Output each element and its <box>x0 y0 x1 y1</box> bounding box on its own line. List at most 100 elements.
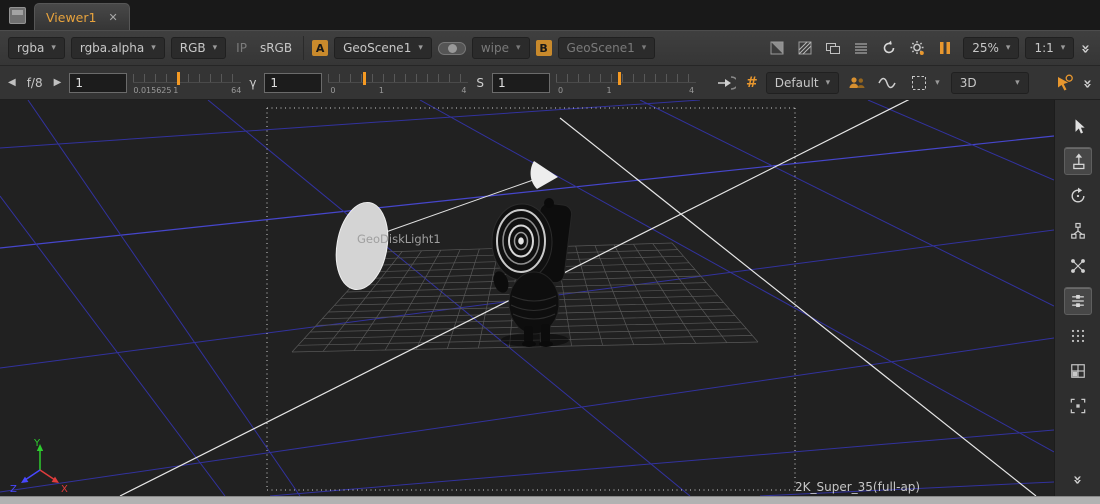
chevron-down-icon: ▾ <box>51 43 56 53</box>
people-icon[interactable] <box>845 71 869 95</box>
gain-slider[interactable]: 0.015625 1 64 <box>133 69 241 97</box>
viewer-toolbar-top: rgba ▾ rgba.alpha ▾ RGB ▾ IP sRGB A GeoS… <box>0 30 1100 66</box>
input-process-dropdown[interactable]: Default ▾ <box>766 72 839 94</box>
saturation-symbol: S <box>474 76 486 90</box>
checkerboard-icon[interactable] <box>765 36 789 60</box>
gain-step-down-icon[interactable]: ◀ <box>6 77 18 88</box>
tick-label: 4 <box>461 86 466 95</box>
window-icon[interactable] <box>9 7 26 24</box>
aperture-label: f/8 <box>24 76 46 90</box>
channel-dropdown[interactable]: rgba ▾ <box>8 37 65 59</box>
tab-bar: Viewer1 ✕ <box>0 0 1100 30</box>
tab-viewer1[interactable]: Viewer1 ✕ <box>34 3 130 30</box>
refresh-icon[interactable] <box>877 36 901 60</box>
gain-slider-handle[interactable] <box>177 72 180 85</box>
pixel-aspect-label: 1:1 <box>1034 41 1053 55</box>
ab-wipe-toggle[interactable] <box>438 42 466 55</box>
channel-dropdown-label: rgba <box>17 41 44 55</box>
scene-light-icon[interactable] <box>714 71 738 95</box>
safe-zones-icon[interactable]: # <box>744 75 760 91</box>
light-label: GeoDiskLight1 <box>357 232 441 246</box>
alpha-channel-label: rgba.alpha <box>80 41 144 55</box>
connect-tool[interactable] <box>1064 252 1092 280</box>
frustum-lines <box>120 100 1036 496</box>
toolbar2-expand-chevrons-icon[interactable]: » <box>1079 77 1097 89</box>
toolbar-separator <box>303 36 304 60</box>
sidebar-expand-chevrons-icon[interactable]: » <box>1068 473 1086 485</box>
viewer-window: Viewer1 ✕ rgba ▾ rgba.alpha ▾ RGB ▾ IP s… <box>0 0 1100 504</box>
format-label: 2K_Super_35(full-ap) <box>795 480 920 494</box>
overlay-windows-icon[interactable] <box>821 36 845 60</box>
gamma-input[interactable]: 1 <box>264 73 322 93</box>
disk-light[interactable] <box>330 198 395 293</box>
wipe-mode-dropdown[interactable]: wipe ▾ <box>472 37 530 59</box>
viewport-layout-tool[interactable] <box>1064 357 1092 385</box>
toggle-knob-icon <box>448 44 457 53</box>
chevron-down-icon: ▾ <box>1015 78 1020 88</box>
axis-y-label: Y <box>33 438 41 449</box>
orange-pointer-icon[interactable] <box>1052 71 1076 95</box>
frame-all-tool[interactable] <box>1064 392 1092 420</box>
gain-step-up-icon[interactable]: ▶ <box>52 77 64 88</box>
wipe-mode-label: wipe <box>481 41 509 55</box>
tick-label: 0.015625 <box>133 86 171 95</box>
input-b-dropdown[interactable]: GeoScene1 ▾ <box>558 37 656 59</box>
tick-label: 0 <box>330 86 335 95</box>
chevron-down-icon: ▾ <box>642 43 647 53</box>
gamma-slider-handle[interactable] <box>363 72 366 85</box>
input-b-label: GeoScene1 <box>567 41 635 55</box>
3d-viewport[interactable]: GeoDiskLight1 <box>0 100 1054 496</box>
tick-label: 1 <box>173 86 178 95</box>
input-a-badge: A <box>312 40 328 56</box>
pause-icon[interactable] <box>933 36 957 60</box>
gamma-symbol: γ <box>247 76 258 90</box>
zoom-dropdown[interactable]: 25% ▾ <box>963 37 1019 59</box>
tab-label: Viewer1 <box>46 10 96 25</box>
select-tool[interactable] <box>1064 112 1092 140</box>
chevron-down-icon: ▾ <box>1006 43 1011 53</box>
grid-display-tool[interactable] <box>1064 322 1092 350</box>
stripes-icon[interactable] <box>793 36 817 60</box>
light-cone[interactable] <box>531 161 558 189</box>
input-a-label: GeoScene1 <box>343 41 411 55</box>
translate-tool[interactable] <box>1064 147 1092 175</box>
input-a-dropdown[interactable]: GeoScene1 ▾ <box>334 37 432 59</box>
alpha-channel-dropdown[interactable]: rgba.alpha ▾ <box>71 37 165 59</box>
scene-graph-tool[interactable] <box>1064 217 1092 245</box>
chevron-down-icon: ▾ <box>935 78 940 88</box>
toolbar-expand-chevrons-icon[interactable]: » <box>1077 42 1095 54</box>
axis-z-label: Z <box>10 484 17 495</box>
view-select-label: 3D <box>960 76 977 90</box>
axis-x-label: X <box>61 484 68 495</box>
selection-mode-dropdown[interactable]: ▾ <box>905 72 945 94</box>
chevron-down-icon: ▾ <box>516 43 521 53</box>
viewer-toolbar-bottom: ◀ f/8 ▶ 1 0.015625 1 64 γ 1 0 1 4 S 1 0 <box>0 66 1100 100</box>
viewer-display-icons <box>765 36 957 60</box>
viewer-lut-dropdown[interactable]: sRGB <box>257 41 295 55</box>
view-select-dropdown[interactable]: 3D ▾ <box>951 72 1029 94</box>
input-process-toggle[interactable]: IP <box>232 41 251 55</box>
chevron-down-icon: ▾ <box>418 43 423 53</box>
tick-label: 4 <box>689 86 694 95</box>
rotate-tool[interactable] <box>1064 182 1092 210</box>
chevron-down-icon: ▾ <box>213 43 218 53</box>
display-style-label: RGB <box>180 41 206 55</box>
gain-input[interactable]: 1 <box>69 73 127 93</box>
tick-label: 1 <box>606 86 611 95</box>
tab-close-icon[interactable]: ✕ <box>108 11 117 24</box>
saturation-slider[interactable]: 0 1 4 <box>556 69 696 97</box>
tick-label: 1 <box>379 86 384 95</box>
display-style-dropdown[interactable]: RGB ▾ <box>171 37 226 59</box>
gear-icon[interactable] <box>905 36 929 60</box>
slider-groove <box>133 82 241 83</box>
gamma-slider[interactable]: 0 1 4 <box>328 69 468 97</box>
3d-model[interactable] <box>491 198 573 347</box>
saturation-slider-handle[interactable] <box>618 72 621 85</box>
saturation-input[interactable]: 1 <box>492 73 550 93</box>
chevron-down-icon: ▾ <box>826 78 831 88</box>
wave-icon[interactable] <box>875 71 899 95</box>
scanlines-icon[interactable] <box>849 36 873 60</box>
pixel-aspect-dropdown[interactable]: 1:1 ▾ <box>1025 37 1074 59</box>
align-bars-tool[interactable] <box>1064 287 1092 315</box>
input-b-badge: B <box>536 40 552 56</box>
